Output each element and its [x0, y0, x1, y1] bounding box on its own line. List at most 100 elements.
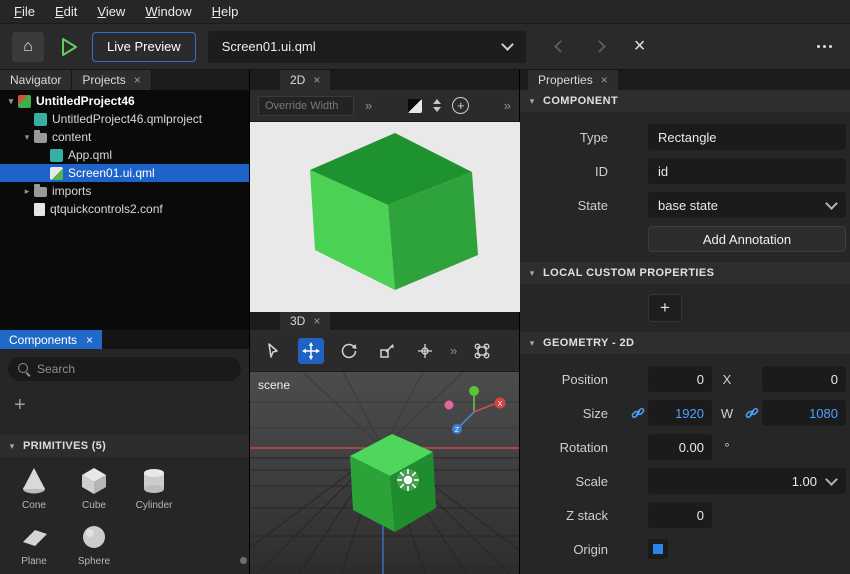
run-project-button[interactable] [60, 37, 78, 57]
origin-selector[interactable] [648, 539, 668, 559]
tab-3d[interactable]: 3D × [280, 312, 331, 330]
link-icon[interactable] [631, 406, 645, 420]
geometry-section-header[interactable]: ▾ GEOMETRY - 2D [520, 332, 850, 354]
id-field[interactable]: id [648, 158, 846, 184]
crosshair-icon [416, 342, 434, 360]
component-item-sphere[interactable]: Sphere [64, 523, 124, 567]
degree-unit-label: ° [712, 440, 742, 455]
scale-tool-button[interactable] [374, 338, 400, 364]
forward-button[interactable] [595, 42, 604, 51]
chevron-down-icon: ▾ [526, 96, 538, 107]
tree-item-app-qml[interactable]: App.qml [0, 146, 249, 164]
group-selection-icon [473, 342, 491, 360]
tree-item-content-folder[interactable]: ▾ content [0, 128, 249, 146]
tab-projects[interactable]: Projects × [72, 70, 151, 90]
state-row: State base state [520, 192, 850, 218]
tree-item-project-root[interactable]: ▾ UntitledProject46 [0, 92, 249, 110]
current-file-selector[interactable]: Screen01.ui.qml [208, 31, 526, 63]
tab-projects-label: Projects [82, 73, 125, 87]
selection-mode-button[interactable] [469, 338, 495, 364]
play-icon [60, 37, 78, 57]
size-width-spinbox[interactable]: 1920 [648, 400, 712, 426]
size-height-spinbox[interactable]: 1080 [762, 400, 846, 426]
tab-properties[interactable]: Properties × [528, 70, 619, 90]
tree-item-label: imports [52, 184, 91, 198]
close-icon[interactable]: × [601, 73, 608, 87]
chevron-down-icon[interactable]: ▾ [4, 96, 18, 107]
canvas-2d[interactable] [250, 122, 519, 312]
qmlproject-file-icon [34, 113, 47, 126]
component-section-header[interactable]: ▾ COMPONENT [520, 90, 850, 112]
zoom-in-icon[interactable]: + [452, 97, 469, 114]
close-icon[interactable]: × [313, 73, 320, 87]
component-label: Cylinder [136, 500, 173, 511]
add-custom-property-button[interactable]: + [648, 294, 682, 322]
scene-node-label[interactable]: scene [258, 378, 290, 392]
close-icon[interactable]: × [313, 314, 320, 328]
override-width-input[interactable] [258, 96, 354, 116]
rotation-spinbox[interactable]: 0.00 [648, 434, 712, 460]
menu-window[interactable]: Window [135, 0, 201, 24]
menu-view[interactable]: View [87, 0, 135, 24]
local-custom-properties-header[interactable]: ▾ LOCAL CUSTOM PROPERTIES [520, 262, 850, 284]
position-x-spinbox[interactable]: 0 [648, 366, 712, 392]
live-preview-button[interactable]: Live Preview [92, 32, 196, 62]
panel-scroll-indicator[interactable] [240, 557, 247, 564]
type-row: Type Rectangle [520, 124, 850, 150]
close-document-button[interactable]: × [634, 35, 646, 58]
menu-file[interactable]: File [4, 0, 45, 24]
tab-2d[interactable]: 2D × [280, 70, 331, 90]
component-item-cone[interactable]: Cone [4, 467, 64, 511]
home-button[interactable]: ⌂ [12, 32, 44, 62]
back-button[interactable] [556, 42, 565, 51]
tree-item-conf-file[interactable]: qtquickcontrols2.conf [0, 200, 249, 218]
background-color-toggle-icon[interactable] [408, 99, 422, 113]
move-tool-button[interactable] [298, 338, 324, 364]
overflow-icon[interactable]: » [450, 343, 457, 358]
tab-components[interactable]: Components × [0, 330, 102, 349]
components-tabbar: Components × [0, 330, 249, 349]
chevron-down-icon[interactable]: ▾ [20, 132, 34, 143]
scale-icon [378, 342, 396, 360]
origin-center-icon [653, 544, 663, 554]
component-item-plane[interactable]: Plane [4, 523, 64, 567]
type-field[interactable]: Rectangle [648, 124, 846, 150]
select-tool-button[interactable] [260, 338, 286, 364]
cylinder-icon [139, 467, 169, 495]
overflow-icon[interactable]: » [504, 98, 511, 113]
link-icon[interactable] [745, 406, 759, 420]
tree-item-screen01-selected[interactable]: Screen01.ui.qml [0, 164, 249, 182]
qml-file-icon [50, 149, 63, 162]
conf-file-icon [34, 203, 45, 216]
components-search[interactable] [8, 357, 241, 381]
scale-dropdown[interactable]: 1.00 [648, 468, 846, 494]
tab-properties-label: Properties [538, 73, 593, 87]
component-item-cylinder[interactable]: Cylinder [124, 467, 184, 511]
light-icon[interactable] [397, 469, 419, 491]
add-module-button[interactable]: + [14, 393, 249, 417]
zoom-stepper[interactable] [433, 99, 441, 112]
primitives-section-header[interactable]: ▾ PRIMITIVES (5) [0, 435, 249, 457]
chevron-right-icon[interactable]: ▸ [20, 186, 34, 197]
rotate-tool-button[interactable] [336, 338, 362, 364]
canvas-3d[interactable]: X Z scene [250, 372, 519, 574]
tree-item-imports-folder[interactable]: ▸ imports [0, 182, 249, 200]
close-icon[interactable]: × [134, 73, 141, 87]
snap-tool-button[interactable] [412, 338, 438, 364]
component-item-cube[interactable]: Cube [64, 467, 124, 511]
add-annotation-button[interactable]: Add Annotation [648, 226, 846, 252]
menu-help[interactable]: Help [202, 0, 249, 24]
overflow-icon[interactable]: » [365, 98, 372, 113]
state-dropdown[interactable]: base state [648, 192, 846, 218]
cone-icon [19, 467, 49, 495]
zstack-spinbox[interactable]: 0 [648, 502, 712, 528]
search-input[interactable] [37, 362, 232, 376]
close-icon[interactable]: × [86, 333, 93, 347]
more-options-button[interactable] [817, 45, 832, 48]
component-label: Plane [21, 556, 47, 567]
menu-edit[interactable]: Edit [45, 0, 87, 24]
tree-item-qmlproject-file[interactable]: UntitledProject46.qmlproject [0, 110, 249, 128]
tab-navigator[interactable]: Navigator [0, 70, 72, 90]
position-y-spinbox[interactable]: 0 [762, 366, 846, 392]
cursor-icon [264, 342, 282, 360]
